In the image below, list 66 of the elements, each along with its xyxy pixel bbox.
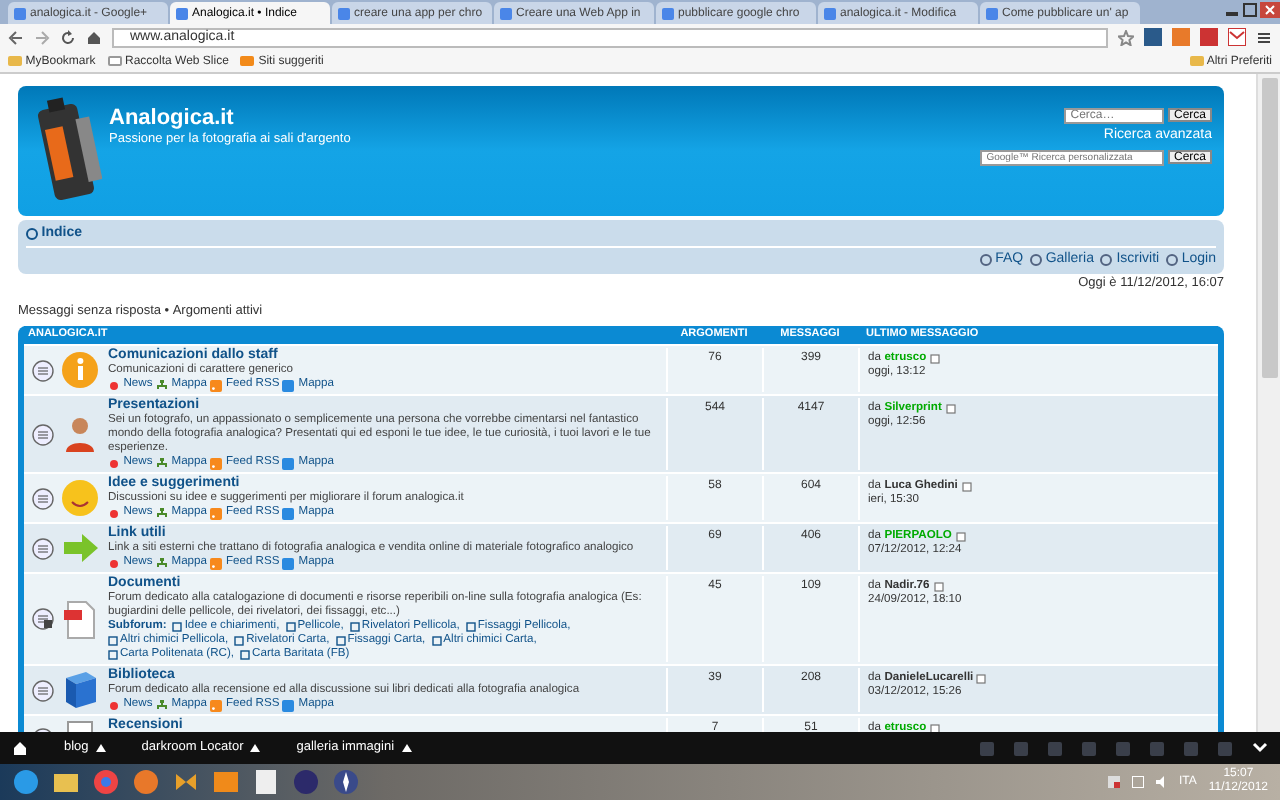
back-icon[interactable] bbox=[8, 29, 24, 45]
forum-status-icon bbox=[31, 537, 53, 560]
map-icon bbox=[282, 457, 295, 470]
map-icon bbox=[282, 557, 295, 570]
forum-status-icon bbox=[31, 423, 53, 446]
sitemap-icon bbox=[156, 699, 168, 712]
sitemap-icon bbox=[156, 379, 168, 392]
chevron-down-icon[interactable] bbox=[1252, 742, 1268, 754]
news-icon bbox=[108, 557, 120, 570]
chrome-icon[interactable] bbox=[92, 768, 120, 796]
caret-icon[interactable] bbox=[95, 744, 106, 752]
compass-icon[interactable] bbox=[332, 768, 360, 796]
maximize-icon[interactable] bbox=[1242, 2, 1258, 18]
subforum-icon bbox=[431, 636, 442, 647]
star-icon[interactable] bbox=[1118, 29, 1134, 45]
notepad-icon[interactable] bbox=[252, 768, 280, 796]
caret-icon[interactable] bbox=[250, 744, 261, 752]
home-icon bbox=[26, 228, 38, 240]
sitemap-icon bbox=[156, 457, 168, 470]
flag-icon[interactable] bbox=[1107, 776, 1120, 788]
view-post-icon[interactable] bbox=[945, 404, 956, 415]
subforum-icon bbox=[172, 622, 183, 633]
map-icon bbox=[282, 507, 295, 520]
power-icon bbox=[1166, 253, 1179, 265]
view-post-icon[interactable] bbox=[955, 532, 966, 543]
subforum-icon bbox=[465, 622, 476, 633]
site-title[interactable]: Analogica.it bbox=[109, 106, 351, 132]
news-icon bbox=[108, 699, 120, 712]
forward-icon[interactable] bbox=[34, 29, 50, 45]
person-icon bbox=[60, 414, 100, 455]
forum-status-icon bbox=[31, 487, 53, 510]
subforum-icon bbox=[285, 622, 296, 633]
pdf-document-icon bbox=[60, 599, 100, 640]
news-icon bbox=[108, 507, 120, 520]
folder-icon[interactable] bbox=[52, 768, 80, 796]
help-icon bbox=[979, 253, 992, 265]
sitemap-icon bbox=[156, 507, 168, 520]
forum-status-icon bbox=[31, 608, 53, 631]
book-icon bbox=[60, 670, 100, 711]
news-icon bbox=[108, 379, 120, 392]
scrollbar-thumb[interactable] bbox=[1261, 78, 1277, 378]
menu-icon[interactable] bbox=[1256, 29, 1272, 45]
firefox-icon[interactable] bbox=[132, 768, 160, 796]
map-icon bbox=[282, 379, 295, 392]
eclipse-icon[interactable] bbox=[292, 768, 320, 796]
forum-status-icon bbox=[31, 359, 53, 382]
map-icon bbox=[282, 699, 295, 712]
speaker-icon[interactable] bbox=[1155, 776, 1168, 788]
register-icon bbox=[1100, 253, 1113, 265]
view-post-icon[interactable] bbox=[933, 582, 944, 593]
smiley-icon bbox=[60, 478, 100, 519]
caret-icon[interactable] bbox=[401, 744, 412, 752]
sitemap-icon bbox=[156, 557, 168, 570]
butterfly-icon[interactable] bbox=[172, 768, 200, 796]
news-icon bbox=[108, 457, 120, 470]
reload-icon[interactable] bbox=[60, 29, 76, 45]
close-icon[interactable] bbox=[1260, 2, 1280, 18]
view-post-icon[interactable] bbox=[961, 482, 972, 493]
home-icon[interactable] bbox=[86, 29, 102, 45]
view-post-icon[interactable] bbox=[929, 354, 940, 365]
home-icon[interactable] bbox=[12, 740, 28, 756]
gallery-icon bbox=[1030, 253, 1043, 265]
forum-status-icon bbox=[31, 679, 53, 702]
browser-icon[interactable] bbox=[12, 768, 40, 796]
network-icon[interactable] bbox=[1131, 776, 1144, 788]
view-post-icon[interactable] bbox=[976, 674, 987, 685]
